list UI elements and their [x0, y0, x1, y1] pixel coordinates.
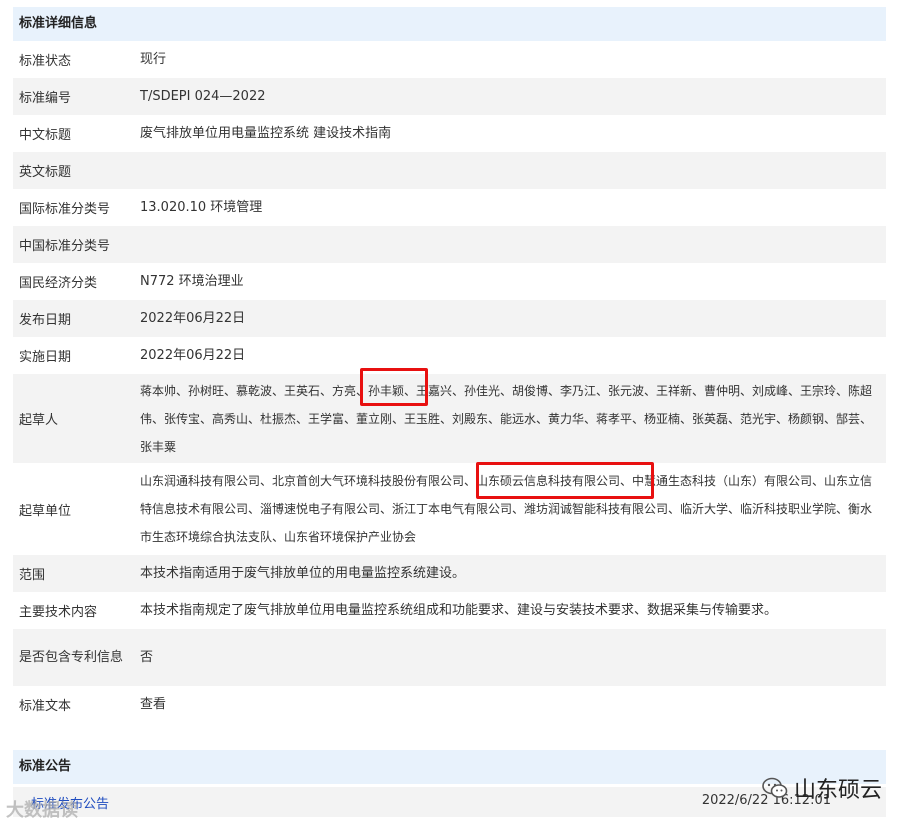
brand-watermark: 山东硕云 [762, 772, 882, 804]
table-row: 实施日期 2022年06月22日 [13, 337, 886, 374]
table-row: 发布日期 2022年06月22日 [13, 300, 886, 337]
row-value: 否 [140, 629, 886, 686]
row-label: 国际标准分类号 [13, 189, 140, 226]
notice-row: 标准发布公告 2022/6/22 16:12:01 [13, 787, 886, 817]
row-label: 发布日期 [13, 300, 140, 337]
highlight-box-unit [476, 462, 654, 499]
row-value: T/SDEPI 024—2022 [140, 78, 886, 115]
row-label: 标准状态 [13, 41, 140, 78]
row-label: 英文标题 [13, 152, 140, 189]
row-label: 中国标准分类号 [13, 226, 140, 263]
row-label: 标准文本 [13, 686, 140, 723]
row-label: 主要技术内容 [13, 592, 140, 629]
table-row: 起草单位 山东润通科技有限公司、北京首创大气环境科技股份有限公司、山东硕云信息科… [13, 463, 886, 555]
table-row: 主要技术内容 本技术指南规定了废气排放单位用电量监控系统组成和功能要求、建设与安… [13, 592, 886, 629]
brand-name: 山东硕云 [794, 778, 883, 803]
row-label: 国民经济分类 [13, 263, 140, 300]
row-value: 现行 [140, 41, 886, 78]
table-row: 国民经济分类 N772 环境治理业 [13, 263, 886, 300]
table-row: 标准状态 现行 [13, 41, 886, 78]
drafters-value: 蒋本帅、孙树旺、慕乾波、王英石、方亮、孙丰颖、王嘉兴、孙佳光、胡俊博、李乃江、张… [140, 374, 886, 463]
row-value: N772 环境治理业 [140, 263, 886, 300]
table-row: 标准编号 T/SDEPI 024—2022 [13, 78, 886, 115]
row-value: 废气排放单位用电量监控系统 建设技术指南 [140, 115, 886, 152]
view-text-link[interactable]: 查看 [140, 686, 886, 723]
table-row: 范围 本技术指南适用于废气排放单位的用电量监控系统建设。 [13, 555, 886, 592]
row-label: 是否包含专利信息 [13, 629, 140, 686]
row-label: 中文标题 [13, 115, 140, 152]
row-value: 13.020.10 环境管理 [140, 189, 886, 226]
row-label: 起草人 [13, 374, 140, 463]
notice-section-title: 标准公告 [13, 750, 886, 784]
row-label: 标准编号 [13, 78, 140, 115]
row-value: 2022年06月22日 [140, 337, 886, 374]
wechat-icon [762, 777, 788, 798]
table-row: 标准文本 查看 [13, 686, 886, 723]
table-row: 中国标准分类号 [13, 226, 886, 263]
row-value [140, 226, 886, 263]
standard-detail-panel: 标准详细信息 标准状态 现行 标准编号 T/SDEPI 024—2022 中文标… [13, 7, 886, 723]
table-row: 是否包含专利信息 否 [13, 629, 886, 686]
row-value: 2022年06月22日 [140, 300, 886, 337]
row-value: 本技术指南规定了废气排放单位用电量监控系统组成和功能要求、建设与安装技术要求、数… [140, 592, 886, 629]
row-label: 范围 [13, 555, 140, 592]
corner-watermark: 大数据读 [6, 800, 78, 821]
detail-table: 标准状态 现行 标准编号 T/SDEPI 024—2022 中文标题 废气排放单… [13, 41, 886, 723]
row-value: 本技术指南适用于废气排放单位的用电量监控系统建设。 [140, 555, 886, 592]
table-row: 国际标准分类号 13.020.10 环境管理 [13, 189, 886, 226]
highlight-box-drafter [360, 368, 428, 406]
section-title: 标准详细信息 [13, 7, 886, 41]
table-row: 中文标题 废气排放单位用电量监控系统 建设技术指南 [13, 115, 886, 152]
row-label: 实施日期 [13, 337, 140, 374]
row-value [140, 152, 886, 189]
table-row: 英文标题 [13, 152, 886, 189]
row-label: 起草单位 [13, 463, 140, 555]
table-row: 起草人 蒋本帅、孙树旺、慕乾波、王英石、方亮、孙丰颖、王嘉兴、孙佳光、胡俊博、李… [13, 374, 886, 463]
